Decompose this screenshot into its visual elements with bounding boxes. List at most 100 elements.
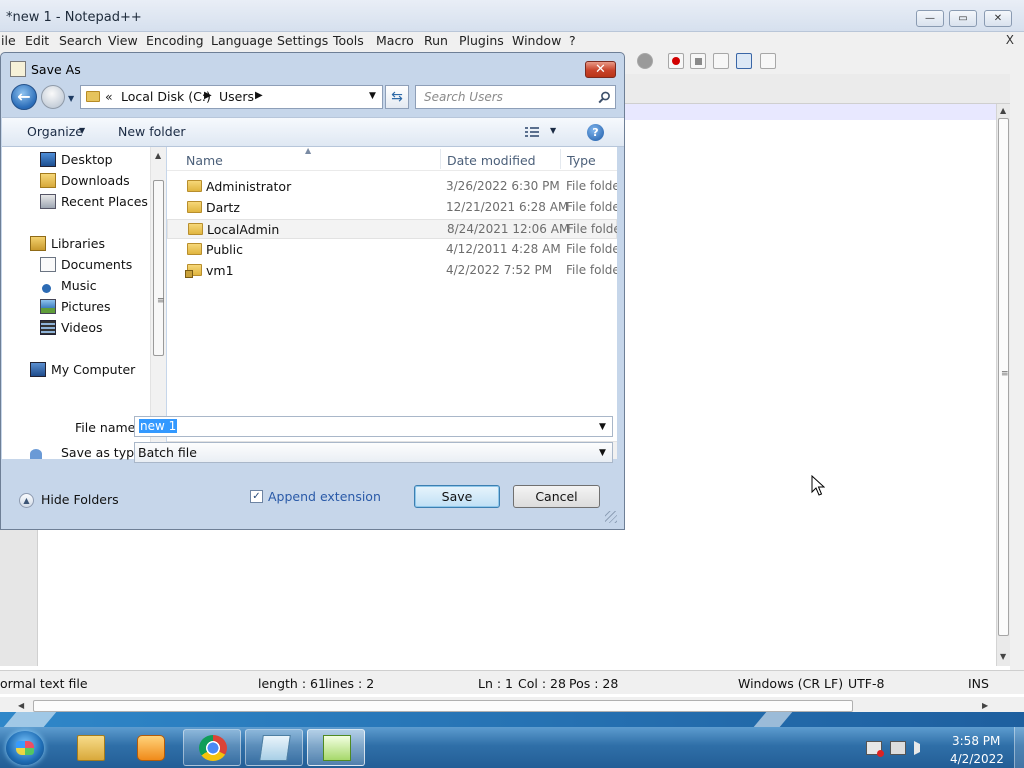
refresh-button[interactable]: ⇆ [385, 85, 409, 109]
status-position: Pos : 28 [569, 676, 619, 691]
folder-icon [187, 180, 202, 192]
views-icon[interactable] [525, 127, 539, 137]
window-right-edge [1010, 50, 1024, 670]
append-extension-label[interactable]: Append extension [268, 489, 381, 504]
notepadpp-icon [323, 735, 351, 761]
menu-macro[interactable]: Macro [376, 33, 414, 48]
menu-search[interactable]: Search [59, 33, 102, 48]
file-name-input[interactable]: new 1 [139, 419, 178, 433]
documents-icon [40, 257, 56, 272]
clock-date[interactable]: 4/2/2022 [950, 752, 1004, 766]
volume-icon[interactable] [914, 741, 920, 755]
windows-logo-icon [16, 741, 34, 755]
close-document-button[interactable]: X [1006, 33, 1014, 47]
editor-scroll-thumb[interactable]: ≡ [998, 118, 1009, 636]
menu-help[interactable]: ? [569, 33, 576, 48]
chevron-down-icon[interactable]: ▼ [79, 126, 85, 135]
chevron-down-icon[interactable]: ▼ [599, 422, 606, 432]
search-input[interactable]: Search Users [424, 90, 503, 104]
menu-settings[interactable]: Settings [277, 33, 328, 48]
file-type: File folder [566, 242, 617, 256]
stop-recording-icon[interactable] [690, 53, 706, 69]
file-row[interactable]: vm1 4/2/2022 7:52 PM File folder [167, 261, 617, 281]
address-dropdown-icon[interactable]: ▼ [369, 91, 376, 101]
nav-item-label: My Computer [51, 362, 136, 377]
scroll-right-arrow-icon[interactable]: ▶ [982, 701, 988, 710]
resize-grip-icon[interactable] [605, 511, 617, 523]
taskbar-explorer[interactable] [61, 729, 119, 766]
breadcrumb-users[interactable]: Users [219, 89, 254, 104]
clock-time[interactable]: 3:58 PM [952, 734, 1000, 748]
media-player-icon [137, 735, 165, 761]
network-icon[interactable] [890, 741, 906, 755]
column-header-type[interactable]: Type [567, 153, 596, 168]
navigation-scroll-thumb[interactable]: ≡ [153, 180, 165, 356]
new-folder-button[interactable]: New folder [118, 124, 186, 139]
search-icon[interactable] [598, 91, 611, 104]
back-button[interactable]: ← [11, 84, 37, 110]
menu-file[interactable]: ile [1, 33, 16, 48]
address-overflow-chevron[interactable]: « [105, 89, 113, 104]
file-name-field[interactable]: new 1 ▼ [134, 416, 613, 437]
save-macro-icon[interactable] [760, 53, 776, 69]
menu-view[interactable]: View [108, 33, 138, 48]
save-as-type-select[interactable]: Batch file ▼ [134, 442, 613, 463]
navigation-scrollbar[interactable]: ▲ ≡ ▼ [150, 147, 166, 459]
scroll-up-arrow-icon[interactable]: ▲ [1000, 106, 1006, 115]
file-row[interactable]: Dartz 12/21/2021 6:28 AM File folder [167, 198, 617, 218]
append-extension-checkbox[interactable]: ✓ [250, 490, 263, 503]
column-divider[interactable] [560, 149, 561, 169]
menu-encoding[interactable]: Encoding [146, 33, 204, 48]
record-macro-icon[interactable] [668, 53, 684, 69]
scroll-up-arrow-icon[interactable]: ▲ [155, 151, 161, 160]
glass-streak [3, 712, 57, 727]
menu-plugins[interactable]: Plugins [459, 33, 504, 48]
dialog-close-button[interactable]: ✕ [585, 61, 616, 78]
editor-vertical-scrollbar[interactable]: ▲ ≡ ▼ [996, 104, 1010, 666]
playback-icon[interactable] [713, 53, 729, 69]
breadcrumb-separator[interactable]: ▶ [255, 90, 263, 101]
close-button[interactable]: ✕ [984, 10, 1012, 27]
nav-item-label: Recent Places [61, 194, 148, 209]
scroll-down-arrow-icon[interactable]: ▼ [1000, 652, 1006, 661]
minimize-button[interactable]: — [916, 10, 944, 27]
sort-ascending-icon: ▲ [305, 147, 312, 155]
forward-button[interactable] [41, 85, 65, 109]
menu-tools[interactable]: Tools [333, 33, 364, 48]
scroll-left-arrow-icon[interactable]: ◀ [18, 701, 24, 710]
action-center-flag-icon[interactable] [866, 741, 884, 757]
menu-language[interactable]: Language [211, 33, 273, 48]
taskbar-notepad[interactable] [245, 729, 303, 766]
column-header-name[interactable]: Name [186, 153, 223, 168]
address-bar[interactable]: « Local Disk (C:) ▶ Users ▶ ▼ [80, 85, 383, 109]
show-desktop-button[interactable] [1014, 727, 1024, 768]
file-row[interactable]: Administrator 3/26/2022 6:30 PM File fol… [167, 177, 617, 197]
breadcrumb-separator[interactable]: ▶ [204, 90, 212, 101]
npp-title-bar[interactable]: *new 1 - Notepad++ — ▭ ✕ [0, 0, 1024, 32]
breadcrumb-local-disk[interactable]: Local Disk (C:) [121, 89, 211, 104]
horizontal-scroll-thumb[interactable] [33, 700, 853, 712]
file-row[interactable]: Public 4/12/2011 4:28 AM File folder [167, 240, 617, 260]
maximize-button[interactable]: ▭ [949, 10, 977, 27]
menu-window[interactable]: Window [512, 33, 561, 48]
help-button[interactable]: ? [587, 124, 604, 141]
chevron-down-icon[interactable]: ▼ [599, 448, 606, 458]
nav-item-label: Libraries [51, 236, 105, 251]
menu-edit[interactable]: Edit [25, 33, 49, 48]
save-button[interactable]: Save [414, 485, 500, 508]
menu-run[interactable]: Run [424, 33, 448, 48]
nav-item-label: Documents [61, 257, 133, 272]
column-header-date[interactable]: Date modified [447, 153, 536, 168]
search-box[interactable]: Search Users [415, 85, 616, 109]
run-macro-multiple-icon[interactable] [736, 53, 752, 69]
column-divider[interactable] [440, 149, 441, 169]
cancel-button[interactable]: Cancel [513, 485, 600, 508]
taskbar-chrome[interactable] [183, 729, 241, 766]
macro-stop-icon[interactable] [637, 53, 653, 69]
recent-locations-dropdown-icon[interactable]: ▼ [68, 94, 74, 103]
chevron-down-icon[interactable]: ▼ [550, 126, 556, 135]
taskbar-media-player[interactable] [121, 729, 179, 766]
file-row-hover[interactable]: LocalAdmin 8/24/2021 12:06 AM File folde… [167, 219, 617, 239]
organize-button[interactable]: Organize [27, 124, 83, 139]
taskbar-notepad-plus-plus[interactable] [307, 729, 365, 766]
